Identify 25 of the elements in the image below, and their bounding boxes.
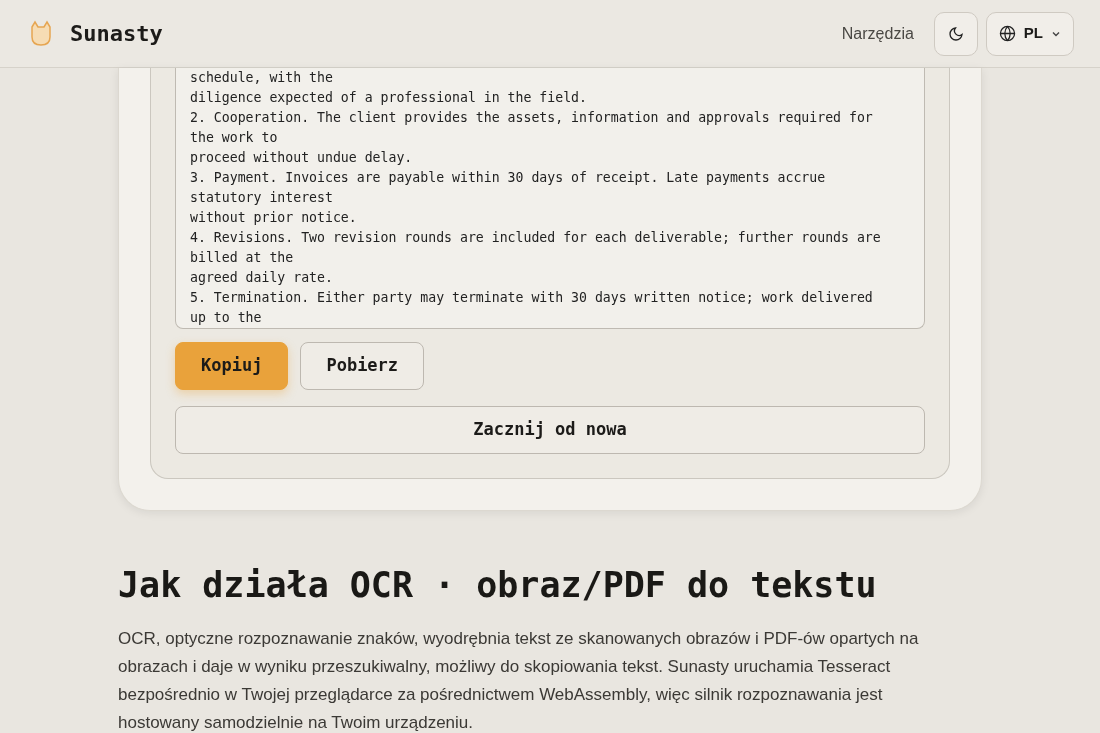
moon-icon — [947, 25, 964, 42]
text-line: 3. Payment. Invoices are payable within 30 days of receipt. Late payments accrue — [190, 169, 827, 187]
text-line: 5. Termination. Either party may terminate with 30 days written notice; work delivered — [190, 289, 874, 307]
theme-toggle-button[interactable] — [933, 11, 978, 56]
text-line: 4. Revisions. Two revision rounds are included for each deliverable; further rounds are — [190, 229, 882, 247]
globe-icon — [998, 25, 1016, 42]
text-line: agreed daily rate. — [190, 269, 334, 287]
text-line: billed at the — [190, 249, 295, 267]
text-line: statutory interest — [190, 189, 334, 207]
result-text-area[interactable] — [175, 68, 925, 329]
text-line: up to the — [190, 309, 263, 327]
text-line: the work to — [190, 129, 279, 147]
copy-button[interactable]: Kopiuj — [175, 342, 289, 390]
brand-name: Sunasty — [70, 20, 163, 48]
language-button[interactable]: PL — [985, 11, 1074, 56]
text-line: proceed without undue delay. — [190, 149, 414, 167]
text-line: diligence expected of a professional in the field. — [190, 89, 588, 107]
text-line: schedule, with the — [190, 69, 334, 87]
text-line: without prior notice. — [190, 209, 358, 227]
section-paragraph: OCR, optyczne rozpoznawanie znaków, wyodrębnia tekst ze skanowanych obrazów i PDF-ów opartych na obrazach i daje w wyniku przeszukiwalny, możliwy do skopiowania tekst. Sunasty uruchamia Tesseract bezpośrednio w Twojej przeglądarce za pośrednictwem WebAssembly, więc silnik rozpoznawania jest hostowany samodzielnie na Twoim urządzeniu. — [118, 628, 920, 733]
download-button[interactable]: Pobierz — [300, 342, 425, 390]
section-heading: Jak działa OCR · obraz/PDF do tekstu — [118, 564, 878, 607]
nav-link[interactable]: Narzędzia — [841, 21, 914, 46]
start-over-button[interactable]: Zacznij od nowa — [175, 406, 925, 454]
text-line: 2. Cooperation. The client provides the assets, information and approvals required for — [190, 109, 874, 127]
